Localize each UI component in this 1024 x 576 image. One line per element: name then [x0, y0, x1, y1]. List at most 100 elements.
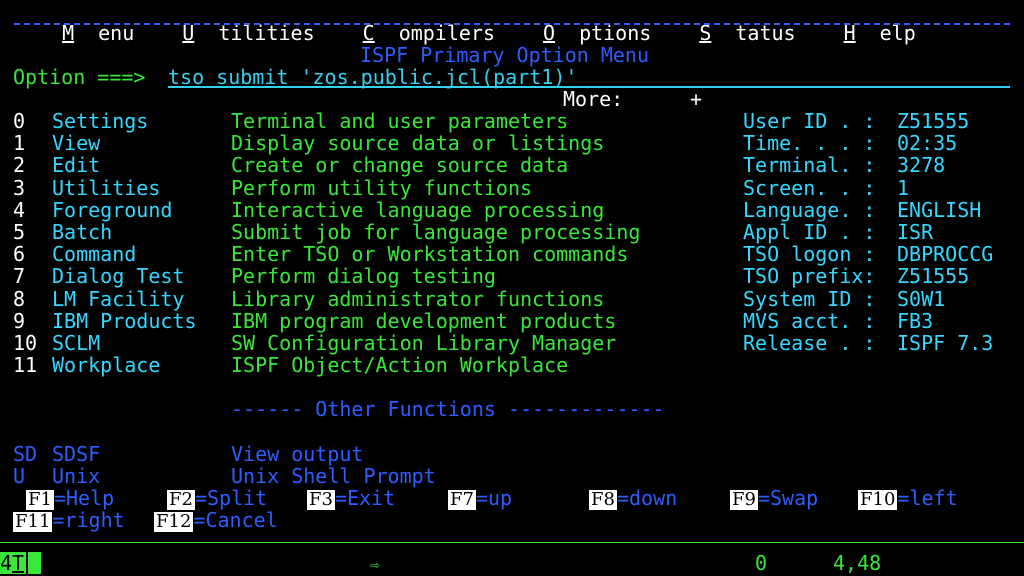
info-label: MVS acct. :	[743, 309, 876, 333]
info-value: ENGLISH	[897, 198, 982, 222]
option-description: Enter TSO or Workstation commands	[231, 242, 629, 266]
option-number: 9	[13, 309, 26, 333]
option-number: 6	[13, 242, 26, 266]
option-name[interactable]: LM Facility	[52, 288, 184, 310]
info-value: S0W1	[897, 287, 946, 311]
pf-key-label: =Exit	[334, 486, 396, 510]
option-description: Create or change source data	[231, 153, 569, 177]
option-name[interactable]: Utilities	[52, 177, 160, 199]
option-name[interactable]: IBM Products	[52, 310, 197, 332]
pf-key-label: =down	[616, 486, 678, 510]
option-number: 7	[13, 264, 26, 288]
info-value: DBPROCCG	[897, 242, 994, 266]
info-label: TSO logon :	[743, 242, 876, 266]
option-description: Perform utility functions	[231, 176, 533, 200]
pf-key-label: =up	[475, 486, 513, 510]
pf-key-f2[interactable]: F2 =Split	[167, 487, 267, 510]
info-label: User ID . :	[743, 109, 876, 133]
pf-key-cap: F7	[448, 489, 476, 510]
option-description: Terminal and user parameters	[231, 109, 569, 133]
pf-key-label: =Help	[53, 486, 115, 510]
pf-key-cap: F10	[858, 489, 898, 510]
option-description: IBM program development products	[231, 309, 617, 333]
option-number: 8	[13, 287, 26, 311]
info-label: Terminal. :	[743, 153, 876, 177]
option-name[interactable]: Batch	[52, 221, 112, 243]
option-description: Display source data or listings	[231, 131, 605, 155]
pf-key-label: =left	[897, 486, 958, 510]
option-description: SW Configuration Library Manager	[231, 331, 617, 355]
pf-key-f10[interactable]: F10 =left	[858, 487, 958, 510]
option-number: 11	[13, 353, 38, 377]
cursor-block	[28, 552, 41, 574]
option-number: 3	[13, 176, 26, 200]
option-description: ISPF Object/Action Workplace	[231, 353, 569, 377]
pf-key-f1[interactable]: F1 =Help	[26, 487, 114, 510]
option-number: 1	[13, 131, 26, 155]
info-label: Language. :	[743, 198, 876, 222]
option-name[interactable]: Foreground	[52, 199, 172, 221]
panel-title: ISPF Primary Option Menu	[360, 43, 649, 67]
info-value: 1	[897, 176, 910, 200]
pf-key-cap: F12	[154, 511, 194, 532]
other-function-name: Unix	[52, 464, 101, 488]
other-functions-header: ------ Other Functions -------------	[231, 397, 665, 421]
option-name[interactable]: Edit	[52, 154, 100, 176]
option-number: 5	[13, 220, 26, 244]
info-label: Release . :	[743, 331, 876, 355]
info-label: Appl ID . :	[743, 220, 876, 244]
option-name[interactable]: Workplace	[52, 354, 160, 376]
other-function-code: SD	[13, 442, 38, 466]
option-description: Submit job for language processing	[231, 220, 641, 244]
pf-key-f9[interactable]: F9 =Swap	[730, 487, 818, 510]
pf-key-label: =Split	[194, 486, 268, 510]
session-number: 4	[0, 551, 13, 575]
session-indicator: 4T	[0, 552, 26, 574]
action-bar-separator	[14, 23, 1010, 25]
other-function-description: View output	[231, 442, 364, 466]
info-label: System ID :	[743, 287, 876, 311]
other-function-code: U	[13, 464, 26, 488]
pf-key-f12[interactable]: F12 =Cancel	[154, 509, 278, 532]
option-name[interactable]: View	[52, 132, 100, 154]
info-value: ISPF 7.3	[897, 331, 994, 355]
other-function-description: Unix Shell Prompt	[231, 464, 436, 488]
command-input[interactable]: tso submit 'zos.public.jcl(part1)'	[168, 66, 1010, 88]
info-label: TSO prefix:	[743, 264, 876, 288]
option-name[interactable]: Dialog Test	[52, 265, 184, 287]
info-label: Time. . . :	[743, 131, 876, 155]
pf-key-label: =Cancel	[193, 508, 278, 532]
pf-key-f8[interactable]: F8 =down	[589, 487, 677, 510]
pf-key-f3[interactable]: F3 =Exit	[307, 487, 395, 510]
cursor-position: 4,48	[833, 551, 882, 575]
option-number: 4	[13, 198, 26, 222]
info-value: Z51555	[897, 264, 970, 288]
other-function-name: SDSF	[52, 442, 101, 466]
option-number: 2	[13, 153, 26, 177]
arrow-right-icon: ⇨	[370, 555, 380, 574]
info-value: ISR	[897, 220, 934, 244]
option-name[interactable]: Command	[52, 243, 136, 265]
pf-key-label: =right	[52, 508, 125, 532]
scroll-more-indicator[interactable]: +	[690, 88, 702, 110]
status-zero: 0	[755, 551, 768, 575]
pf-key-cap: F3	[307, 489, 335, 510]
pf-key-cap: F1	[26, 489, 54, 510]
pf-key-f7[interactable]: F7 =up	[448, 487, 512, 510]
info-value: Z51555	[897, 109, 970, 133]
option-description: Library administrator functions	[231, 287, 605, 311]
info-value: 3278	[897, 153, 946, 177]
pf-key-cap: F8	[589, 489, 617, 510]
session-letter: T	[12, 551, 25, 575]
pf-key-label: =Swap	[757, 486, 819, 510]
more-label: More:	[563, 87, 624, 111]
action-bar: Menu Utilities Compilers Options Status Help	[38, 0, 964, 44]
option-description: Interactive language processing	[231, 198, 605, 222]
status-line-separator	[0, 542, 1024, 543]
pf-key-cap: F2	[167, 489, 195, 510]
pf-key-f11[interactable]: F11 =right	[13, 509, 125, 532]
option-name[interactable]: SCLM	[52, 332, 100, 354]
option-name[interactable]: Settings	[52, 110, 148, 132]
option-prompt-label: Option ===>	[13, 65, 146, 89]
pf-key-cap: F11	[13, 511, 53, 532]
